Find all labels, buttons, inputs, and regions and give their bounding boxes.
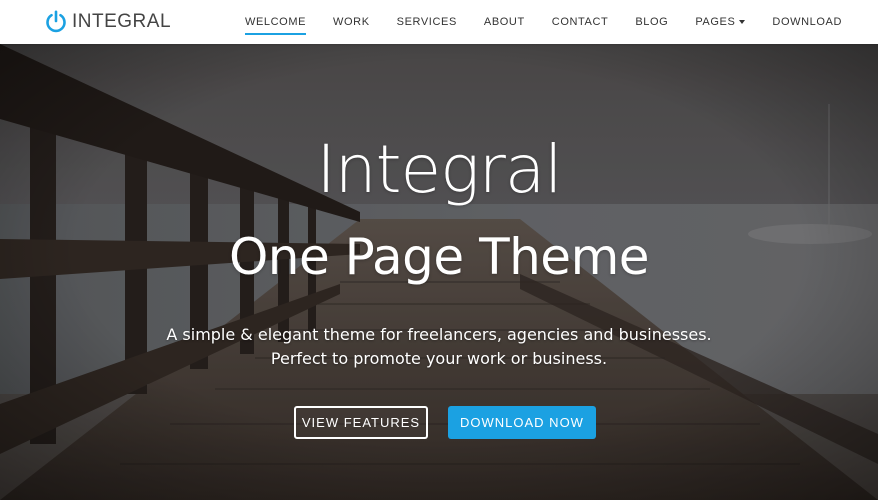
nav-item-download[interactable]: DOWNLOAD bbox=[772, 16, 842, 28]
hero-description-line-2: Perfect to promote your work or business… bbox=[270, 349, 608, 368]
nav-item-services[interactable]: SERVICES bbox=[397, 16, 457, 28]
power-icon bbox=[46, 10, 66, 33]
nav-item-about[interactable]: ABOUT bbox=[484, 16, 525, 28]
nav-item-blog[interactable]: BLOG bbox=[635, 16, 668, 28]
hero-title: Integral bbox=[316, 131, 562, 208]
hero-section: Integral One Page Theme A simple & elega… bbox=[0, 44, 878, 500]
main-nav: WELCOME WORK SERVICES ABOUT CONTACT BLOG… bbox=[218, 0, 842, 44]
nav-item-work[interactable]: WORK bbox=[333, 16, 370, 28]
hero-content: Integral One Page Theme A simple & elega… bbox=[0, 44, 878, 500]
hero-description-line-1: A simple & elegant theme for freelancers… bbox=[166, 325, 712, 344]
site-header: INTEGRAL WELCOME WORK SERVICES ABOUT CON… bbox=[0, 0, 878, 44]
download-now-button[interactable]: DOWNLOAD NOW bbox=[448, 406, 596, 439]
nav-item-pages-label: PAGES bbox=[695, 16, 736, 28]
chevron-down-icon bbox=[739, 20, 746, 24]
nav-item-pages[interactable]: PAGES bbox=[695, 16, 746, 28]
hero-description: A simple & elegant theme for freelancers… bbox=[0, 323, 878, 371]
nav-item-contact[interactable]: CONTACT bbox=[552, 16, 609, 28]
view-features-button[interactable]: VIEW FEATURES bbox=[294, 406, 428, 439]
hero-subtitle: One Page Theme bbox=[228, 228, 650, 286]
site-logo[interactable]: INTEGRAL bbox=[44, 9, 171, 35]
logo-text: INTEGRAL bbox=[72, 11, 172, 32]
nav-item-welcome[interactable]: WELCOME bbox=[244, 16, 307, 35]
